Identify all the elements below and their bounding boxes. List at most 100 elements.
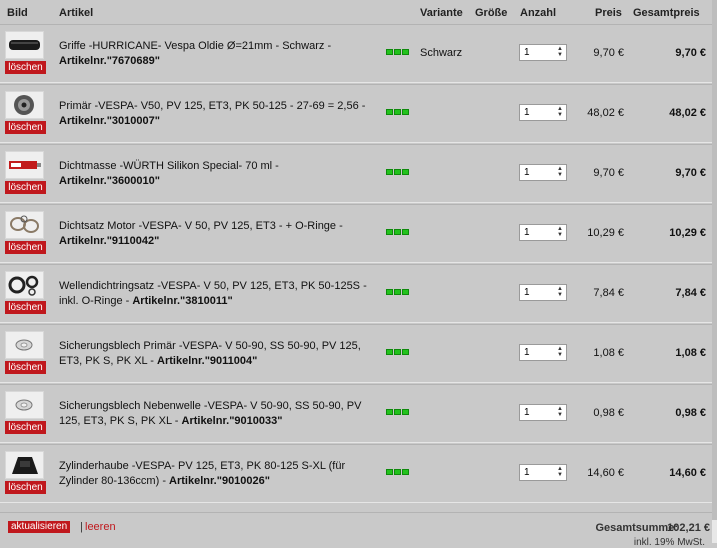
scrollbar[interactable] xyxy=(712,0,717,543)
stock-indicator-icon xyxy=(386,289,409,295)
quantity-stepper[interactable]: ▲▼ xyxy=(519,284,567,301)
spinner-arrows-icon[interactable]: ▲ ▼ xyxy=(555,346,565,359)
spinner-arrows-icon[interactable]: ▲ ▼ xyxy=(555,286,565,299)
quantity-stepper[interactable]: ▲▼ xyxy=(519,224,567,241)
quantity-input[interactable] xyxy=(520,345,558,360)
product-thumbnail[interactable] xyxy=(5,391,44,419)
product-name[interactable]: Dichtmasse -WÜRTH Silikon Special- 70 ml… xyxy=(59,160,279,172)
product-description: Dichtmasse -WÜRTH Silikon Special- 70 ml… xyxy=(59,159,369,189)
article-number: "3810011" xyxy=(180,295,233,307)
grips-icon xyxy=(9,40,40,50)
quantity-input[interactable] xyxy=(520,165,558,180)
header-image: Bild xyxy=(7,7,28,19)
quantity-stepper[interactable]: ▲▼ xyxy=(519,404,567,421)
quantity-input[interactable] xyxy=(520,45,558,60)
product-description: Sicherungsblech Nebenwelle -VESPA- V 50-… xyxy=(59,399,369,429)
unit-price: 14,60 € xyxy=(587,467,624,479)
article-number: "9010026" xyxy=(216,475,270,487)
washer-icon xyxy=(15,399,33,411)
product-thumbnail[interactable] xyxy=(5,331,44,359)
product-description: Griffe -HURRICANE- Vespa Oldie Ø=21mm - … xyxy=(59,39,369,69)
unit-price: 48,02 € xyxy=(587,107,624,119)
unit-price: 9,70 € xyxy=(593,167,624,179)
quantity-stepper[interactable]: ▲▼ xyxy=(519,464,567,481)
article-number: "9011004" xyxy=(204,355,258,367)
spinner-arrows-icon[interactable]: ▲ ▼ xyxy=(555,166,565,179)
delete-button[interactable]: löschen xyxy=(5,121,46,134)
delete-button[interactable]: löschen xyxy=(5,61,46,74)
spinner-arrows-icon[interactable]: ▲ ▼ xyxy=(555,406,565,419)
product-description: Sicherungsblech Primär -VESPA- V 50-90, … xyxy=(59,339,369,369)
product-thumbnail[interactable] xyxy=(5,91,44,119)
article-number-label: Artikelnr. xyxy=(59,235,107,247)
delete-button[interactable]: löschen xyxy=(5,181,46,194)
unit-price: 7,84 € xyxy=(593,287,624,299)
product-description: Primär -VESPA- V50, PV 125, ET3, PK 50-1… xyxy=(59,99,369,129)
article-number-label: Artikelnr. xyxy=(59,115,107,127)
line-total: 9,70 € xyxy=(675,47,706,59)
cart-row: löschen Sicherungsblech Primär -VESPA- V … xyxy=(0,324,712,383)
quantity-input[interactable] xyxy=(520,105,558,120)
product-name[interactable]: Griffe -HURRICANE- Vespa Oldie Ø=21mm - … xyxy=(59,40,331,52)
cart-row: löschen Dichtsatz Motor -VESPA- V 50, PV … xyxy=(0,204,712,263)
quantity-stepper[interactable]: ▲▼ xyxy=(519,104,567,121)
article-number-label: Artikelnr. xyxy=(59,55,107,67)
article-number: "9110042" xyxy=(106,235,160,247)
cart-row: löschen Griffe -HURRICANE- Vespa Oldie Ø=… xyxy=(0,24,712,83)
article-number: "9010033" xyxy=(229,415,283,427)
product-thumbnail[interactable] xyxy=(5,271,44,299)
cart-row: löschen Wellendichtringsatz -VESPA- V 50,… xyxy=(0,264,712,323)
stock-indicator-icon xyxy=(386,169,409,175)
header-price: Preis xyxy=(595,7,622,19)
article-number-label: Artikelnr. xyxy=(169,475,217,487)
spinner-arrows-icon[interactable]: ▲ ▼ xyxy=(555,106,565,119)
spinner-arrows-icon[interactable]: ▲ ▼ xyxy=(555,226,565,239)
line-total: 10,29 € xyxy=(669,227,706,239)
product-name[interactable]: Primär -VESPA- V50, PV 125, ET3, PK 50-1… xyxy=(59,100,365,112)
footer-separator: | xyxy=(80,521,83,533)
update-cart-button[interactable]: aktualisieren xyxy=(8,521,71,533)
article-number-label: Artikelnr. xyxy=(157,355,205,367)
line-total: 48,02 € xyxy=(669,107,706,119)
article-number: "7670689" xyxy=(106,55,160,67)
unit-price: 0,98 € xyxy=(593,407,624,419)
unit-price: 1,08 € xyxy=(593,347,624,359)
stock-indicator-icon xyxy=(386,49,409,55)
delete-button[interactable]: löschen xyxy=(5,361,46,374)
product-thumbnail[interactable] xyxy=(5,451,44,479)
clear-cart-link[interactable]: leeren xyxy=(85,521,116,533)
unit-price: 9,70 € xyxy=(593,47,624,59)
quantity-input[interactable] xyxy=(520,465,558,480)
line-total: 1,08 € xyxy=(675,347,706,359)
product-thumbnail[interactable] xyxy=(5,31,44,59)
line-total: 7,84 € xyxy=(675,287,706,299)
delete-button[interactable]: löschen xyxy=(5,421,46,434)
gasket-icon xyxy=(10,215,39,233)
quantity-stepper[interactable]: ▲▼ xyxy=(519,44,567,61)
product-thumbnail[interactable] xyxy=(5,151,44,179)
seal-icon xyxy=(8,275,39,296)
quantity-input[interactable] xyxy=(520,405,558,420)
line-total: 14,60 € xyxy=(669,467,706,479)
stock-indicator-icon xyxy=(386,349,409,355)
quantity-input[interactable] xyxy=(520,225,558,240)
delete-button[interactable]: löschen xyxy=(5,301,46,314)
cart-row: löschen Zylinderhaube -VESPA- PV 125, ET3… xyxy=(0,444,712,503)
stock-indicator-icon xyxy=(386,409,409,415)
delete-button[interactable]: löschen xyxy=(5,481,46,494)
spinner-arrows-icon[interactable]: ▲ ▼ xyxy=(555,46,565,59)
quantity-input[interactable] xyxy=(520,285,558,300)
line-total: 9,70 € xyxy=(675,167,706,179)
header-quantity: Anzahl xyxy=(520,7,557,19)
product-thumbnail[interactable] xyxy=(5,211,44,239)
stock-indicator-icon xyxy=(386,229,409,235)
product-name[interactable]: Dichtsatz Motor -VESPA- V 50, PV 125, ET… xyxy=(59,220,343,232)
scrollbar-thumb[interactable] xyxy=(712,0,717,520)
spinner-arrows-icon[interactable]: ▲ ▼ xyxy=(555,466,565,479)
quantity-stepper[interactable]: ▲▼ xyxy=(519,164,567,181)
header-variant: Variante xyxy=(420,7,463,19)
quantity-stepper[interactable]: ▲▼ xyxy=(519,344,567,361)
tube-icon xyxy=(9,161,41,169)
delete-button[interactable]: löschen xyxy=(5,241,46,254)
article-number-label: Artikelnr. xyxy=(132,295,181,307)
